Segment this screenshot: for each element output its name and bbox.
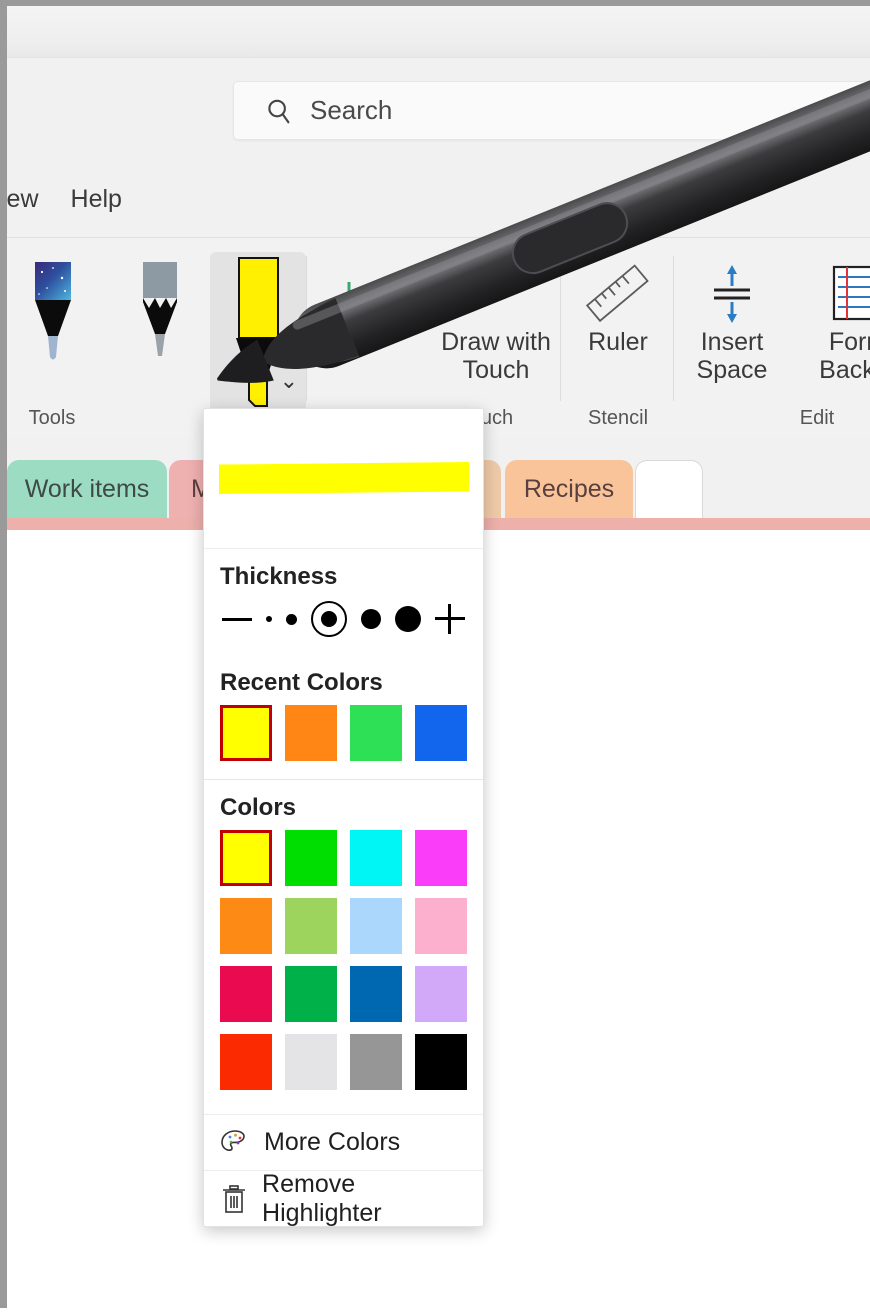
ribbon-group-label-edit: Edit <box>799 407 835 429</box>
color-magenta[interactable] <box>415 830 467 886</box>
window-border-left <box>0 0 7 1316</box>
page-tab-label: Work items <box>24 474 150 503</box>
window-border-top <box>0 0 870 6</box>
search-box[interactable]: Search <box>233 81 870 140</box>
highlighter-chevron-down-icon[interactable]: ⌄ <box>280 368 298 394</box>
color-light-blue[interactable] <box>350 898 402 954</box>
colors-grid-row <box>220 830 467 886</box>
color-white-gray[interactable] <box>285 1034 337 1090</box>
recent-color-green[interactable] <box>350 705 402 761</box>
gray-pencil-icon <box>143 262 177 356</box>
gray-pencil-tool[interactable] <box>129 258 191 368</box>
color-red[interactable] <box>220 1034 272 1090</box>
title-bar <box>7 6 870 58</box>
insert-space-label-1: Insert <box>700 328 764 356</box>
colors-grid-row <box>220 1034 467 1090</box>
format-background-label-1: Forma <box>828 328 870 356</box>
stroke-preview-swatch <box>219 462 469 494</box>
draw-with-touch-label-2: Touch <box>462 356 530 384</box>
recent-colors-title: Recent Colors <box>220 669 383 696</box>
ribbon-group-label-tools: Tools <box>28 407 76 429</box>
colors-grid-row <box>220 966 467 1022</box>
draw-with-touch-label-1: Draw with <box>441 328 551 356</box>
recent-color-yellow[interactable] <box>220 705 272 761</box>
add-pen-button[interactable] <box>327 278 371 322</box>
plus-icon <box>331 282 367 318</box>
colors-grid <box>220 830 467 1110</box>
color-pink[interactable] <box>415 898 467 954</box>
thickness-5-option[interactable] <box>395 606 421 632</box>
page-tab-work-items[interactable]: Work items <box>7 460 167 518</box>
thickness-minimum-option[interactable] <box>222 617 252 621</box>
insert-space-button[interactable]: Insert Space <box>667 260 797 384</box>
recent-colors-section: Recent Colors <box>204 655 483 779</box>
app-window: Search iew Help ⌄ Tools Draw with Touch … <box>0 0 870 1316</box>
galaxy-pen-icon <box>35 262 71 360</box>
remove-highlighter-label: Remove Highlighter <box>262 1169 382 1227</box>
search-input-placeholder[interactable]: Search <box>310 95 392 126</box>
search-row: Search <box>7 58 870 161</box>
recent-color-orange[interactable] <box>285 705 337 761</box>
colors-section: Colors <box>204 780 483 1114</box>
recent-colors-row <box>220 705 467 775</box>
color-dark-blue[interactable] <box>350 966 402 1022</box>
insert-space-label-2: Space <box>696 356 768 384</box>
remove-highlighter-item[interactable]: Remove Highlighter <box>204 1170 483 1226</box>
ruler-button[interactable]: Ruler <box>553 260 683 356</box>
color-cyan[interactable] <box>350 830 402 886</box>
color-green[interactable] <box>285 830 337 886</box>
thickness-1-option[interactable] <box>266 616 272 622</box>
window-border-bottom <box>0 1308 870 1316</box>
more-colors-item[interactable]: More Colors <box>204 1114 483 1170</box>
format-background-button[interactable]: Forma Backgro <box>785 260 870 384</box>
draw-with-touch-button[interactable]: Draw with Touch <box>431 260 561 384</box>
format-background-icon <box>830 260 870 328</box>
menu-item-help[interactable]: Help <box>55 185 138 214</box>
color-emerald[interactable] <box>285 966 337 1022</box>
thickness-4-option[interactable] <box>361 609 381 629</box>
galaxy-pen-tool[interactable] <box>22 258 84 368</box>
thickness-options <box>220 599 467 651</box>
format-background-label-2: Backgro <box>819 356 870 384</box>
color-yellow[interactable] <box>220 830 272 886</box>
highlighter-flyout: Thickness Recent Colors Colors More Colo… <box>203 408 484 1227</box>
menu-bar: iew Help <box>1 161 870 238</box>
group-separator <box>306 256 307 401</box>
recent-color-blue[interactable] <box>415 705 467 761</box>
thickness-selected-ring <box>311 601 347 637</box>
color-light-green[interactable] <box>285 898 337 954</box>
menu-item-view[interactable]: iew <box>0 185 55 214</box>
thickness-2-option[interactable] <box>286 613 297 625</box>
palette-icon <box>218 1128 252 1158</box>
add-page-tab-button[interactable] <box>635 460 703 518</box>
thickness-maximum-option[interactable] <box>435 604 465 634</box>
colors-title: Colors <box>220 794 297 821</box>
page-tab-recipes[interactable]: Recipes <box>505 460 633 518</box>
thickness-3-option[interactable] <box>311 601 347 637</box>
search-icon <box>264 96 294 126</box>
more-colors-label: More Colors <box>264 1128 401 1156</box>
ruler-icon <box>579 260 657 328</box>
thickness-section: Thickness <box>204 549 483 655</box>
yellow-highlighter-tool[interactable]: ⌄ <box>210 252 306 412</box>
trash-icon <box>218 1183 250 1215</box>
stroke-preview <box>204 409 483 549</box>
color-black[interactable] <box>415 1034 467 1090</box>
ribbon-group-label-stencil: Stencil <box>587 407 649 429</box>
thickness-title: Thickness <box>220 563 338 590</box>
page-tab-label: Recipes <box>523 474 615 503</box>
ruler-label: Ruler <box>588 328 648 356</box>
color-gray[interactable] <box>350 1034 402 1090</box>
color-crimson[interactable] <box>220 966 272 1022</box>
color-lavender[interactable] <box>415 966 467 1022</box>
colors-grid-row <box>220 898 467 954</box>
color-orange[interactable] <box>220 898 272 954</box>
insert-space-icon <box>700 260 764 328</box>
